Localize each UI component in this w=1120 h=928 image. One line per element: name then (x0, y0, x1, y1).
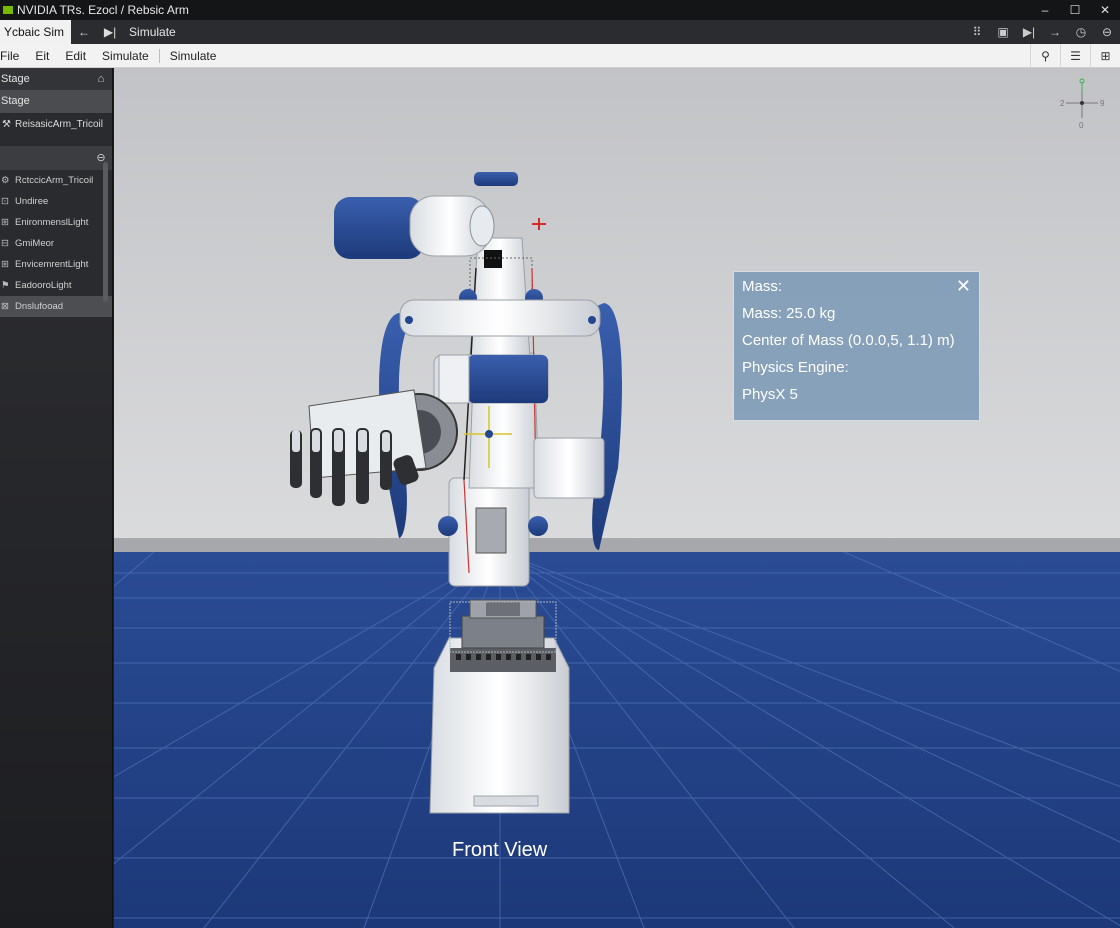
menu-file[interactable]: File (0, 49, 27, 63)
tree-item-robotic-arm[interactable]: ⚙ RctccicArm_Tricoil (0, 170, 112, 191)
axis-label-bottom: 0 (1079, 121, 1084, 130)
maximize-button[interactable]: ☐ (1060, 3, 1090, 17)
panel-background (0, 298, 112, 928)
back-icon[interactable]: ← (71, 25, 97, 39)
stage-panel-title: Stage (1, 73, 30, 85)
center-of-mass: Center of Mass (0.0.0,5, 1.1) m) (742, 332, 955, 349)
tree-item-label: EnvicemrentLight (15, 259, 89, 270)
grid-icon: ⊟ (1, 238, 9, 249)
axis-gizmo[interactable]: 2 9 0 (1058, 76, 1108, 132)
close-window-button[interactable]: ✕ (1090, 3, 1120, 17)
axis-label-left: 2 (1060, 99, 1065, 108)
collapse-icon[interactable]: ⊖ (90, 146, 112, 170)
minus-circle-icon[interactable]: ⊖ (1094, 25, 1120, 39)
menu-divider (158, 48, 160, 63)
search-icon[interactable]: ⚲ (1030, 43, 1060, 68)
stage-label-row: Stage (0, 90, 112, 113)
stage-tree: ⚙ RctccicArm_Tricoil ⊡ Undiree ⊞ Enironm… (0, 170, 112, 317)
mass-value: Mass: 25.0 kg (742, 305, 836, 322)
physics-engine-value: PhysX 5 (742, 386, 798, 403)
robot-elbow (433, 354, 549, 404)
tree-item-grid-floor[interactable]: ⊟ GmiMeor (0, 233, 112, 254)
axis-label-right: 9 (1100, 99, 1105, 108)
grid-dots-icon[interactable]: ⠿ (964, 25, 990, 39)
viewport-scene (114, 68, 1120, 928)
tree-item-undiree[interactable]: ⊡ Undiree (0, 191, 112, 212)
tree-item-environment-light-2[interactable]: ⊞ EnvicemrentLight (0, 254, 112, 275)
nvidia-logo-icon (3, 6, 13, 14)
menu-simulate-2[interactable]: Simulate (162, 49, 225, 63)
tree-item-eadooro-light[interactable]: ⚑ EadooroLight (0, 275, 112, 296)
stage-root-label: ReisasicArm_Tricoil (14, 119, 103, 130)
light-icon: ⚑ (1, 280, 10, 291)
folder-icon: ⊠ (1, 301, 9, 312)
stage-panel: Stage ⌂ Stage ⚒ ReisasicArm_Tricoil ⊖ ⚙ … (0, 68, 113, 928)
menu-bar: File Eit Edit Simulate Simulate ⚲ ☰ ⊞ (0, 43, 1120, 68)
stage-root-item[interactable]: ⚒ ReisasicArm_Tricoil (0, 113, 112, 136)
baseboard (114, 538, 1120, 552)
3d-viewport[interactable]: 2 9 0 ✕ Mass: Mass: 25.0 kg Center of Ma… (114, 68, 1120, 928)
tree-item-dnslufooad[interactable]: ⊠ Dnslufooad (0, 296, 112, 317)
tree-item-label: GmiMeor (15, 238, 55, 249)
layout-grid-icon[interactable]: ⊞ (1090, 43, 1120, 68)
frame-icon[interactable]: ▣ (990, 25, 1016, 39)
play-step-icon[interactable]: ▶| (1016, 25, 1042, 39)
light-icon: ⊞ (1, 259, 9, 270)
tree-item-label: RctccicArm_Tricoil (15, 175, 94, 186)
close-icon[interactable]: ✕ (956, 276, 971, 297)
physics-engine-label: Physics Engine: (742, 359, 849, 376)
robot-arm-icon: ⚙ (1, 175, 10, 186)
floor (114, 552, 1120, 928)
window-title: NVIDIA TRs. Ezocl / Rebsic Arm (17, 3, 189, 17)
mass-heading: Mass: (742, 278, 783, 295)
tree-item-label: EadooroLight (15, 280, 72, 291)
robot-arm-icon: ⚒ (2, 119, 11, 130)
stage-panel-header: Stage ⌂ (0, 68, 112, 90)
step-forward-icon[interactable]: ▶| (97, 25, 123, 39)
tree-item-label: Dnslufooad (15, 301, 64, 312)
home-icon[interactable]: ⌂ (90, 68, 112, 90)
xform-icon: ⊡ (1, 196, 9, 207)
tree-item-label: Undiree (15, 196, 49, 207)
tree-scrollbar[interactable] (103, 162, 108, 302)
app-tab[interactable]: Ycbaic Sim (0, 20, 72, 44)
simulate-button[interactable]: Simulate (129, 25, 176, 39)
mass-properties-panel: ✕ Mass: Mass: 25.0 kg Center of Mass (0.… (733, 271, 980, 421)
toolbar: Ycbaic Sim ← ▶| Simulate ⠿ ▣ ▶| → ◷ ⊖ (0, 20, 1120, 44)
list-icon[interactable]: ☰ (1060, 43, 1090, 68)
light-icon: ⊞ (1, 217, 9, 228)
timer-icon[interactable]: ◷ (1068, 25, 1094, 39)
tree-item-label: EnironmenslLight (15, 217, 89, 228)
title-bar: NVIDIA TRs. Ezocl / Rebsic Arm – ☐ ✕ (0, 0, 1120, 20)
menu-eit[interactable]: Eit (27, 49, 57, 63)
menu-edit[interactable]: Edit (57, 49, 94, 63)
tree-item-environment-light[interactable]: ⊞ EnironmenslLight (0, 212, 112, 233)
minimize-button[interactable]: – (1030, 3, 1060, 17)
menu-simulate[interactable]: Simulate (94, 49, 157, 63)
tree-subheader: ⊖ (0, 146, 112, 170)
view-label: Front View (452, 839, 548, 861)
forward-arrow-icon[interactable]: → (1042, 25, 1068, 39)
